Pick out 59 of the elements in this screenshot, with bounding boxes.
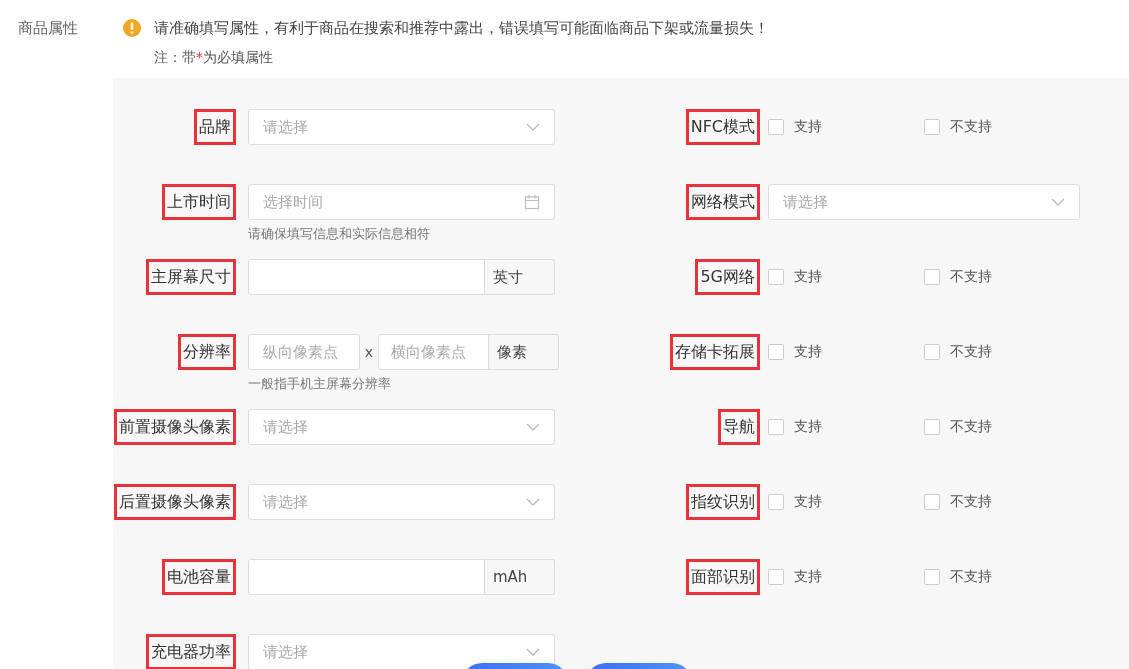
field-hint: 请确保填写信息和实际信息相符 xyxy=(248,225,431,242)
chevron-down-icon xyxy=(526,423,540,431)
checkbox-label[interactable]: 支持 xyxy=(794,418,822,436)
warning-icon xyxy=(123,19,141,37)
checkbox[interactable] xyxy=(924,569,940,585)
checkbox[interactable] xyxy=(924,494,940,510)
required-mark: * xyxy=(196,48,203,67)
checkbox-label[interactable]: 不支持 xyxy=(950,493,992,511)
checkbox[interactable] xyxy=(768,344,784,360)
field-label: 充电器功率 xyxy=(146,634,236,669)
times-sign: x xyxy=(363,344,375,360)
checkbox-label[interactable]: 不支持 xyxy=(950,418,992,436)
input-field[interactable] xyxy=(248,259,485,295)
section-label: 商品属性 xyxy=(18,18,79,39)
checkbox[interactable] xyxy=(924,269,940,285)
checkbox[interactable] xyxy=(924,119,940,135)
note-text: 为必填属性 xyxy=(203,48,273,67)
field-label: 上市时间 xyxy=(162,184,236,220)
checkbox[interactable] xyxy=(768,419,784,435)
checkbox-label[interactable]: 不支持 xyxy=(950,568,992,586)
checkbox[interactable] xyxy=(768,119,784,135)
checkbox[interactable] xyxy=(924,419,940,435)
field-label: 电池容量 xyxy=(162,559,236,595)
field-label: 分辨率 xyxy=(178,334,236,370)
field-hint: 一般指手机主屏幕分辨率 xyxy=(248,375,392,392)
field-label: 存储卡拓展 xyxy=(670,334,760,370)
field-label: 导航 xyxy=(718,409,760,445)
checkbox-label[interactable]: 支持 xyxy=(794,268,822,286)
chevron-down-icon xyxy=(1051,198,1065,206)
field-label: 5G网络 xyxy=(695,259,760,295)
checkbox-label[interactable]: 不支持 xyxy=(950,118,992,136)
chevron-down-icon xyxy=(526,123,540,131)
field-label: 主屏幕尺寸 xyxy=(146,259,236,295)
checkbox[interactable] xyxy=(924,344,940,360)
unit-label: 像素 xyxy=(489,334,559,370)
checkbox-label[interactable]: 支持 xyxy=(794,568,822,586)
checkbox[interactable] xyxy=(768,494,784,510)
warning-text: 请准确填写属性，有利于商品在搜索和推荐中露出，错误填写可能面临商品下架或流量损失！ xyxy=(154,18,769,39)
note-text: 注：带 xyxy=(154,48,196,67)
checkbox[interactable] xyxy=(768,569,784,585)
unit-label: mAh xyxy=(485,559,555,595)
calendar-icon xyxy=(524,194,540,210)
input-field[interactable] xyxy=(248,559,485,595)
field-label: 前置摄像头像素 xyxy=(114,409,236,445)
checkbox-label[interactable]: 支持 xyxy=(794,343,822,361)
checkbox-label[interactable]: 支持 xyxy=(794,118,822,136)
field-label: 网络模式 xyxy=(686,184,760,220)
field-label: 后置摄像头像素 xyxy=(114,484,236,520)
checkbox-label[interactable]: 支持 xyxy=(794,493,822,511)
chevron-down-icon xyxy=(526,648,540,656)
checkbox[interactable] xyxy=(768,269,784,285)
checkbox-label[interactable]: 不支持 xyxy=(950,343,992,361)
unit-label: 英寸 xyxy=(485,259,555,295)
field-label: 面部识别 xyxy=(686,559,760,595)
checkbox-label[interactable]: 不支持 xyxy=(950,268,992,286)
field-label: 指纹识别 xyxy=(686,484,760,520)
field-label: NFC模式 xyxy=(685,109,760,145)
field-label: 品牌 xyxy=(194,109,236,145)
chevron-down-icon xyxy=(526,498,540,506)
